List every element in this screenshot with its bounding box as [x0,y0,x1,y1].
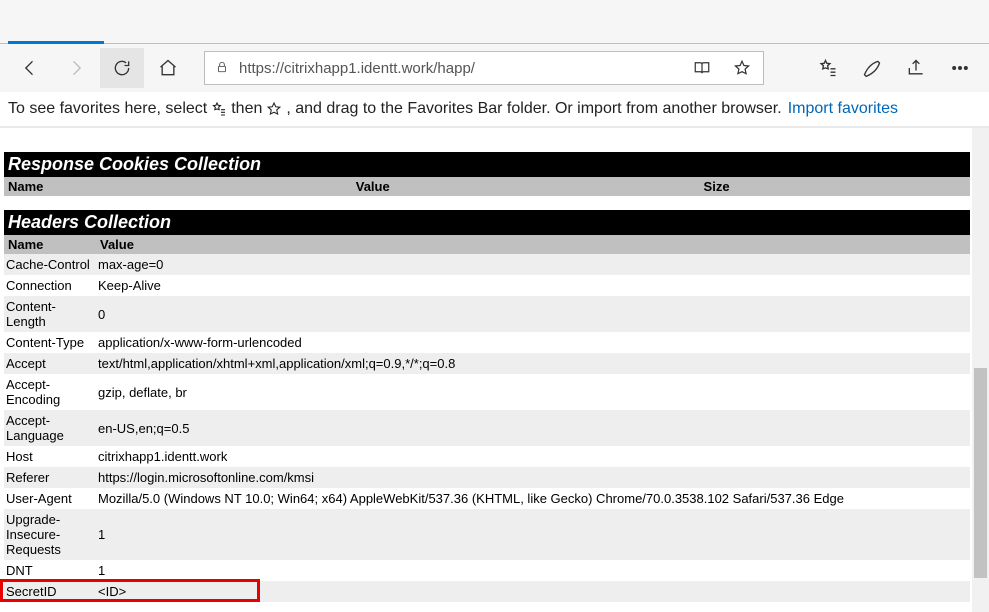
header-name: DNT [4,560,96,581]
more-button[interactable] [939,48,981,88]
vertical-scrollbar[interactable] [972,128,989,612]
header-value: max-age=0 [96,254,970,275]
favbar-text-2: then [231,100,262,118]
col-value: Value [96,235,970,254]
headers-section-title: Headers Collection [4,210,970,235]
header-value: Keep-Alive [96,275,970,296]
header-name: Accept-Encoding [4,374,96,410]
table-row: Upgrade-Insecure-Requests1 [4,509,970,560]
header-value: https://login.microsoftonline.com/kmsi [96,467,970,488]
favbar-text-3: , and drag to the Favorites Bar folder. … [286,100,781,118]
header-name: Host [4,446,96,467]
header-value: application/x-www-form-urlencoded [96,332,970,353]
header-value: text/html,application/xhtml+xml,applicat… [96,353,970,374]
table-row: Hostcitrixhapp1.identt.work [4,446,970,467]
favorites-bar-message: To see favorites here, select then , and… [0,92,989,128]
table-row: Accept-Encodinggzip, deflate, br [4,374,970,410]
headers-table: Name Value Cache-Controlmax-age=0Connect… [4,235,970,602]
home-icon [158,58,178,78]
cookies-section-title: Response Cookies Collection [4,152,970,177]
header-name: Referer [4,467,96,488]
tab-strip [0,0,989,44]
arrow-right-icon [66,58,86,78]
header-name: Connection [4,275,96,296]
table-row: Accept-Languageen-US,en;q=0.5 [4,410,970,446]
table-row: SecretID<ID> [4,581,970,602]
table-header-row: Name Value Size [4,177,970,196]
toolbar-right [807,48,981,88]
notes-button[interactable] [851,48,893,88]
cookies-table: Name Value Size [4,177,970,196]
page-content: Response Cookies Collection Name Value S… [0,128,970,602]
home-button[interactable] [146,48,190,88]
table-row: ConnectionKeep-Alive [4,275,970,296]
header-name: Accept-Language [4,410,96,446]
table-row: Content-Length0 [4,296,970,332]
header-name: Content-Type [4,332,96,353]
scrollbar-thumb[interactable] [974,368,987,578]
share-button[interactable] [895,48,937,88]
table-row: Refererhttps://login.microsoftonline.com… [4,467,970,488]
col-value: Value [352,177,700,196]
refresh-button[interactable] [100,48,144,88]
pen-icon [862,58,882,78]
col-name: Name [4,177,352,196]
star-lines-icon [818,58,838,78]
reading-view-button[interactable] [687,53,717,83]
header-value: gzip, deflate, br [96,374,970,410]
header-value: 0 [96,296,970,332]
header-name: SecretID [4,581,96,602]
book-icon [693,59,711,77]
ellipsis-icon [950,58,970,78]
import-favorites-link[interactable]: Import favorites [788,100,898,118]
refresh-icon [112,58,132,78]
favorites-list-button[interactable] [807,48,849,88]
col-name: Name [4,235,96,254]
header-value: Mozilla/5.0 (Windows NT 10.0; Win64; x64… [96,488,970,509]
lock-icon [215,60,229,77]
header-value: <ID> [96,581,970,602]
col-size: Size [700,177,970,196]
header-value: en-US,en;q=0.5 [96,410,970,446]
table-row: Accepttext/html,application/xhtml+xml,ap… [4,353,970,374]
star-icon [733,59,751,77]
table-row: DNT1 [4,560,970,581]
favorite-star-button[interactable] [727,53,757,83]
header-name: Upgrade-Insecure-Requests [4,509,96,560]
back-button[interactable] [8,48,52,88]
header-name: Cache-Control [4,254,96,275]
favbar-text-1: To see favorites here, select [8,100,207,118]
star-icon [266,101,282,117]
header-value: citrixhapp1.identt.work [96,446,970,467]
arrow-left-icon [20,58,40,78]
address-bar[interactable] [204,51,764,85]
header-name: User-Agent [4,488,96,509]
page-viewport: Response Cookies Collection Name Value S… [0,128,989,612]
star-lines-icon [211,101,227,117]
table-header-row: Name Value [4,235,970,254]
table-row: Content-Typeapplication/x-www-form-urlen… [4,332,970,353]
browser-toolbar [0,44,989,92]
url-input[interactable] [239,60,677,77]
active-tab-indicator [8,41,104,44]
header-value: 1 [96,509,970,560]
share-icon [906,58,926,78]
table-row: Cache-Controlmax-age=0 [4,254,970,275]
header-name: Accept [4,353,96,374]
forward-button[interactable] [54,48,98,88]
header-name: Content-Length [4,296,96,332]
header-value: 1 [96,560,970,581]
table-row: User-AgentMozilla/5.0 (Windows NT 10.0; … [4,488,970,509]
